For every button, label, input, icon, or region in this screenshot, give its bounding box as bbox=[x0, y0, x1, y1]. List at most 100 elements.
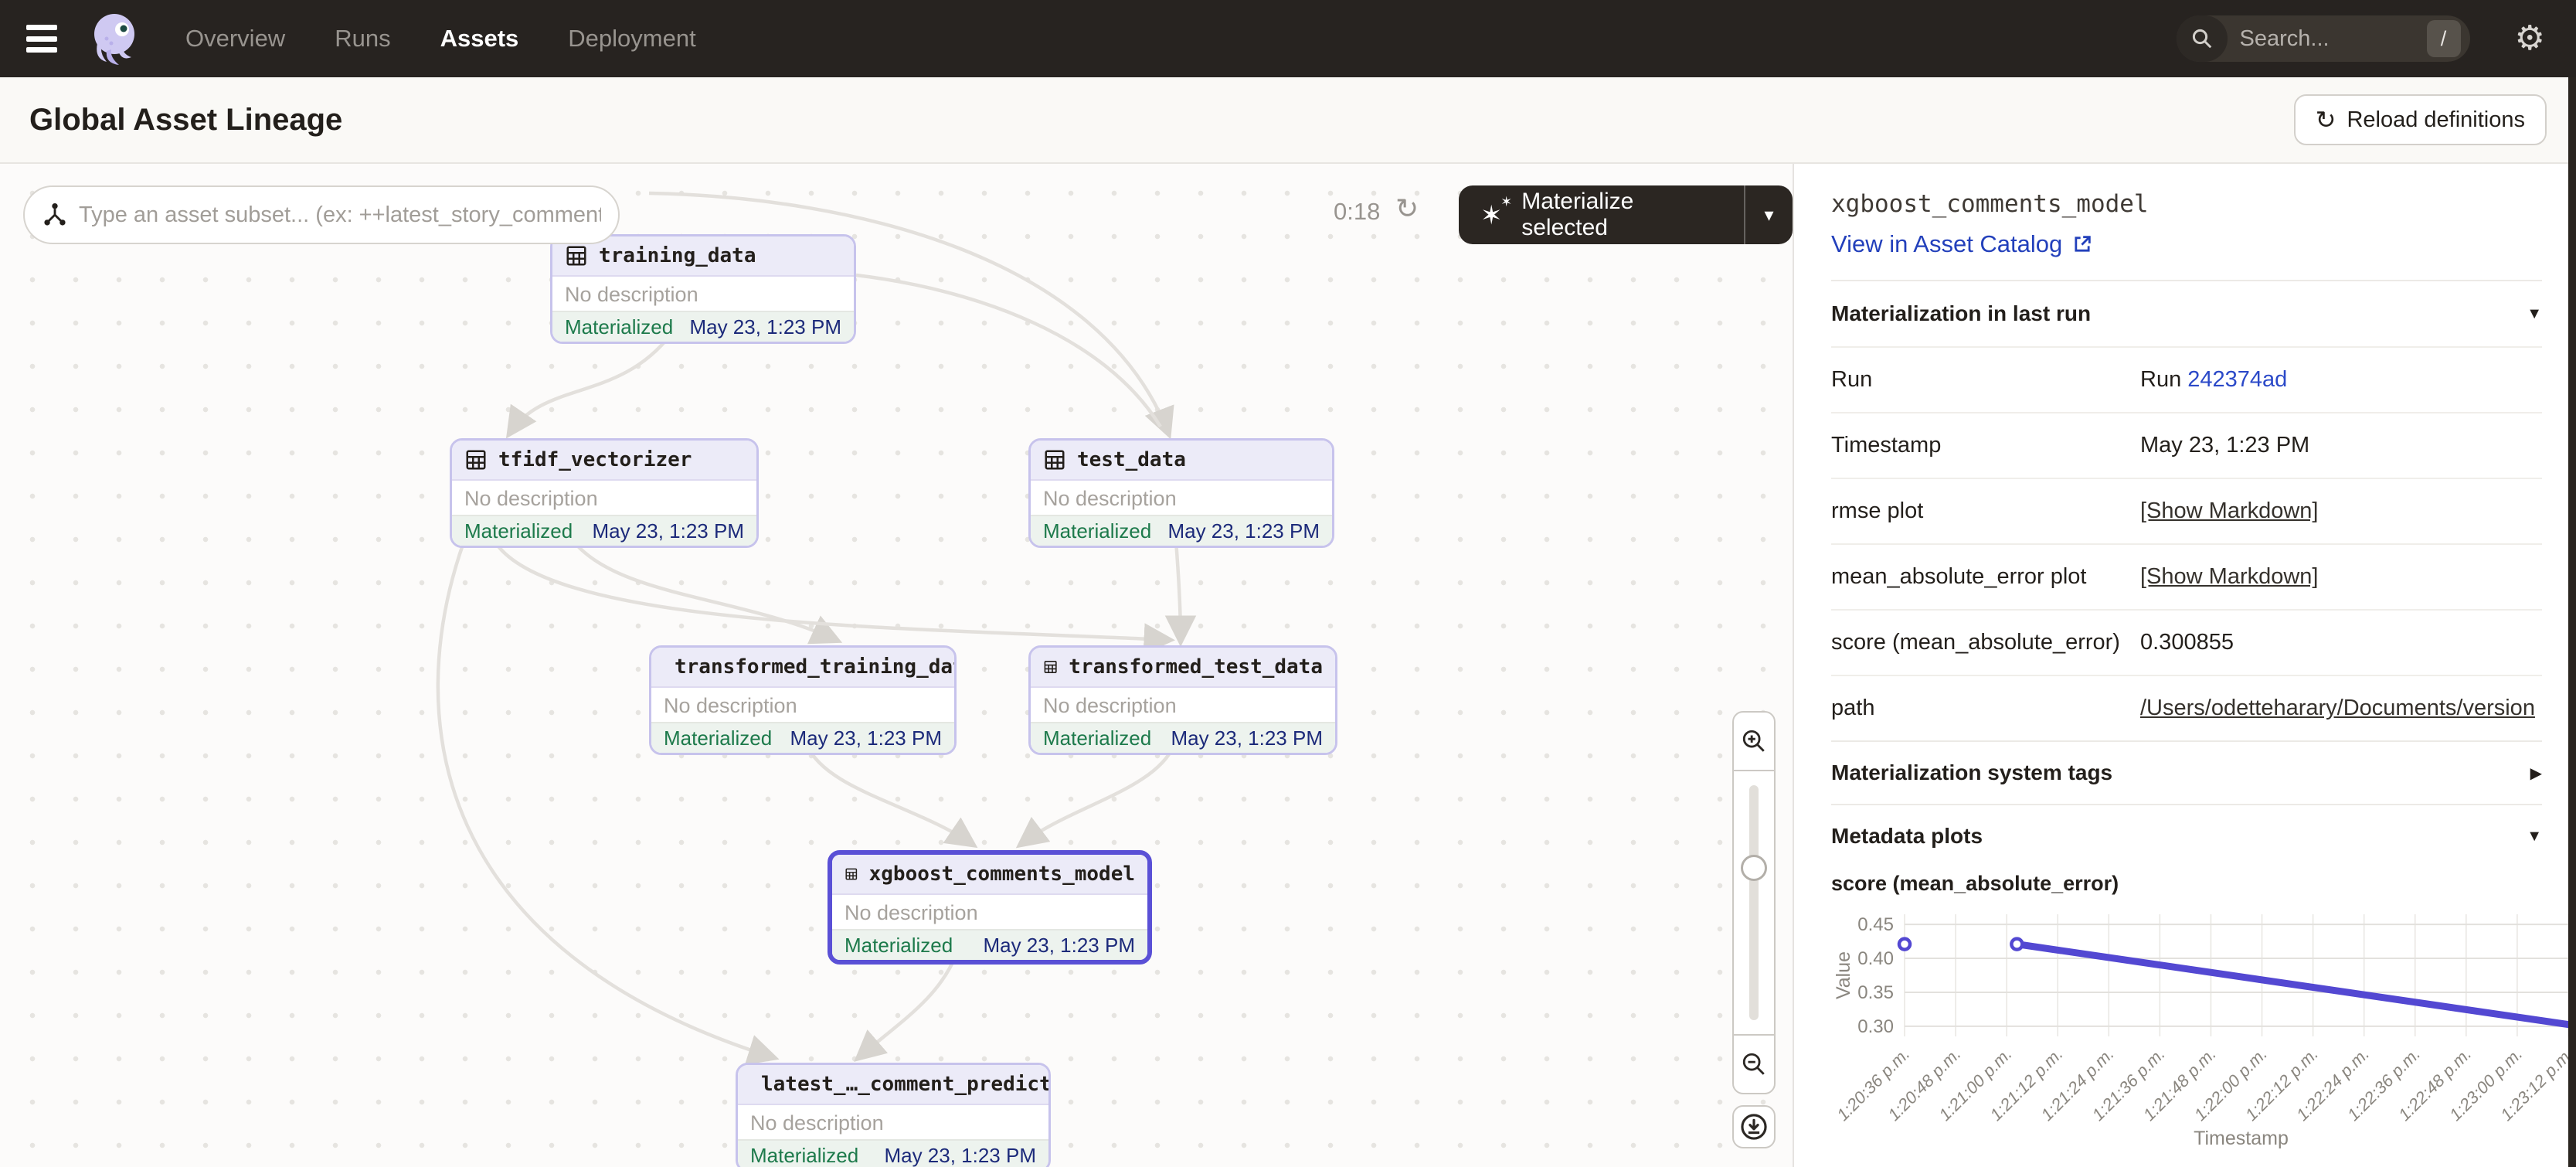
asset-node-training_data[interactable]: training_dataNo descriptionMaterializedM… bbox=[550, 234, 856, 344]
menu-icon[interactable] bbox=[22, 22, 62, 56]
lineage-edge bbox=[856, 275, 1161, 427]
metadata-plot-title: score (mean_absolute_error) bbox=[1831, 872, 2542, 896]
zoom-out-button[interactable] bbox=[1734, 1034, 1774, 1093]
materialized-status: Materialized bbox=[565, 315, 673, 339]
search-input[interactable]: Search... / bbox=[2177, 15, 2470, 62]
y-tick-label: 0.45 bbox=[1857, 914, 1894, 935]
metadata-key: path bbox=[1831, 696, 2140, 721]
asset-node-transformed_training_data[interactable]: transformed_training_dataNo descriptionM… bbox=[649, 645, 957, 755]
metadata-text: May 23, 1:23 PM bbox=[2140, 433, 2309, 458]
metadata-key: Timestamp bbox=[1831, 433, 2140, 458]
zoom-in-button[interactable] bbox=[1734, 713, 1774, 771]
metadata-action[interactable]: /Users/odetteharary/Documents/version bbox=[2140, 696, 2535, 720]
asset-node-title: test_data bbox=[1077, 448, 1186, 471]
materialized-timestamp: May 23, 1:23 PM bbox=[983, 934, 1135, 958]
asset-node-title: transformed_training_data bbox=[675, 655, 957, 679]
materialization-metadata-table: RunRun 242374adTimestampMay 23, 1:23 PMr… bbox=[1831, 346, 2542, 740]
nav-link-overview[interactable]: Overview bbox=[185, 25, 285, 53]
search-shortcut-badge: / bbox=[2427, 20, 2461, 57]
asset-node-latest_comment_predictions[interactable]: latest_…_comment_predictionsNo descripti… bbox=[736, 1063, 1051, 1167]
materialized-timestamp: May 23, 1:23 PM bbox=[592, 519, 744, 543]
chevron-right-icon[interactable]: ▶ bbox=[2530, 764, 2542, 783]
table-icon bbox=[1043, 448, 1066, 471]
refresh-graph-icon[interactable]: ↻ bbox=[1395, 195, 1419, 223]
nav-link-assets[interactable]: Assets bbox=[440, 25, 519, 53]
section-system-tags[interactable]: Materialization system tags ▶ bbox=[1831, 740, 2542, 804]
zoom-controls bbox=[1732, 711, 1776, 1094]
metadata-row-score-mean-absolute-error-: score (mean_absolute_error)0.300855 bbox=[1831, 609, 2542, 675]
section-materialization-last-run[interactable]: Materialization in last run ▼ bbox=[1831, 280, 2542, 329]
asset-subset-input[interactable] bbox=[79, 202, 601, 228]
reload-definitions-button[interactable]: ↻ Reload definitions bbox=[2294, 94, 2547, 145]
asset-node-title: tfidf_vectorizer bbox=[498, 448, 692, 471]
metadata-value: 0.300855 bbox=[2140, 630, 2542, 655]
refresh-timer: 0:18 bbox=[1334, 198, 1380, 226]
gear-icon[interactable]: ⚙ bbox=[2515, 22, 2545, 56]
view-in-asset-catalog-link[interactable]: View in Asset Catalog bbox=[1831, 230, 2542, 258]
section-label: Materialization in last run bbox=[1831, 301, 2091, 326]
asset-node-footer: MaterializedMay 23, 1:23 PM bbox=[452, 515, 756, 546]
zoom-slider-handle[interactable] bbox=[1741, 855, 1767, 881]
nav-links: Overview Runs Assets Deployment bbox=[185, 25, 696, 53]
asset-node-footer: MaterializedMay 23, 1:23 PM bbox=[738, 1139, 1048, 1167]
asset-node-description: No description bbox=[1031, 481, 1332, 515]
metadata-action[interactable]: [Show Markdown] bbox=[2140, 498, 2319, 523]
asset-node-description: No description bbox=[1031, 688, 1335, 722]
asset-node-title: latest_…_comment_predictions bbox=[761, 1073, 1051, 1096]
metadata-key: score (mean_absolute_error) bbox=[1831, 630, 2140, 655]
asset-details-panel: xgboost_comments_model View in Asset Cat… bbox=[1793, 164, 2576, 1167]
metadata-value: Run 242374ad bbox=[2140, 367, 2542, 393]
external-link-icon bbox=[2071, 233, 2093, 255]
lineage-graph-canvas[interactable]: training_data No description Materialized M… bbox=[0, 164, 1793, 1167]
materialized-status: Materialized bbox=[1043, 726, 1151, 750]
asset-node-tfidf_vectorizer[interactable]: tfidf_vectorizerNo descriptionMaterializ… bbox=[450, 438, 759, 548]
asset-node-header: transformed_training_data bbox=[651, 648, 954, 688]
materialized-timestamp: May 23, 1:23 PM bbox=[790, 726, 942, 750]
metadata-value: /Users/odetteharary/Documents/version bbox=[2140, 696, 2542, 721]
metadata-key: Run bbox=[1831, 367, 2140, 393]
materialize-split-button: ✶✶ Materialize selected ▾ bbox=[1459, 185, 1793, 244]
materialized-timestamp: May 23, 1:23 PM bbox=[884, 1144, 1036, 1167]
y-tick-label: 0.35 bbox=[1857, 982, 1894, 1003]
materialized-status: Materialized bbox=[664, 726, 772, 750]
materialize-dropdown-caret[interactable]: ▾ bbox=[1745, 185, 1793, 244]
score-chart-svg: 0.300.350.400.45Value1:20:36 p.m.1:20:48… bbox=[1831, 903, 2576, 1149]
top-nav: Overview Runs Assets Deployment Search... /… bbox=[0, 0, 2576, 77]
asset-node-test_data[interactable]: test_dataNo descriptionMaterializedMay 2… bbox=[1028, 438, 1334, 548]
materialize-selected-button[interactable]: ✶✶ Materialize selected bbox=[1459, 185, 1744, 244]
asset-node-transformed_test_data[interactable]: transformed_test_dataNo descriptionMater… bbox=[1028, 645, 1337, 755]
asset-node-footer: Materialized May 23, 1:23 PM bbox=[832, 929, 1147, 960]
metadata-link[interactable]: 242374ad bbox=[2187, 367, 2287, 392]
lineage-edge bbox=[807, 744, 972, 844]
chevron-down-icon[interactable]: ▼ bbox=[2527, 828, 2542, 845]
nav-link-runs[interactable]: Runs bbox=[335, 25, 390, 53]
y-tick-label: 0.40 bbox=[1857, 948, 1894, 969]
x-axis-label: Timestamp bbox=[2194, 1128, 2289, 1149]
asset-node-xgboost_comments_model[interactable]: xgboost_comments_modelNo descriptionMate… bbox=[828, 850, 1152, 965]
dagster-logo[interactable] bbox=[83, 8, 145, 70]
background-window-strip bbox=[2568, 77, 2576, 1167]
y-axis-label: Value bbox=[1833, 951, 1854, 999]
metadata-row-run: RunRun 242374ad bbox=[1831, 346, 2542, 412]
lineage-edge bbox=[510, 335, 671, 433]
page-header: Global Asset Lineage ↻ Reload definition… bbox=[0, 77, 2576, 164]
asset-node-footer: MaterializedMay 23, 1:23 PM bbox=[552, 311, 854, 342]
materialized-status: Materialized bbox=[845, 934, 953, 958]
nav-link-deployment[interactable]: Deployment bbox=[568, 25, 695, 53]
asset-filter-bar bbox=[23, 185, 620, 244]
metadata-row-mean-absolute-error-plot: mean_absolute_error plot[Show Markdown] bbox=[1831, 543, 2542, 609]
sparkle-icon: ✶✶ bbox=[1480, 199, 1509, 230]
asset-node-title: training_data bbox=[599, 244, 756, 267]
section-metadata-plots[interactable]: Metadata plots ▼ bbox=[1831, 804, 2542, 867]
download-graph-button[interactable] bbox=[1732, 1105, 1776, 1148]
metadata-action[interactable]: [Show Markdown] bbox=[2140, 564, 2319, 589]
asset-graph-icon bbox=[42, 202, 68, 228]
lineage-edge bbox=[573, 541, 836, 640]
metadata-value: [Show Markdown] bbox=[2140, 498, 2542, 524]
zoom-slider[interactable] bbox=[1734, 771, 1774, 1034]
lineage-edge bbox=[859, 954, 957, 1057]
y-tick-label: 0.30 bbox=[1857, 1016, 1894, 1037]
lineage-edge bbox=[1021, 744, 1174, 844]
reload-definitions-label: Reload definitions bbox=[2347, 107, 2525, 133]
chevron-down-icon[interactable]: ▼ bbox=[2527, 305, 2542, 323]
